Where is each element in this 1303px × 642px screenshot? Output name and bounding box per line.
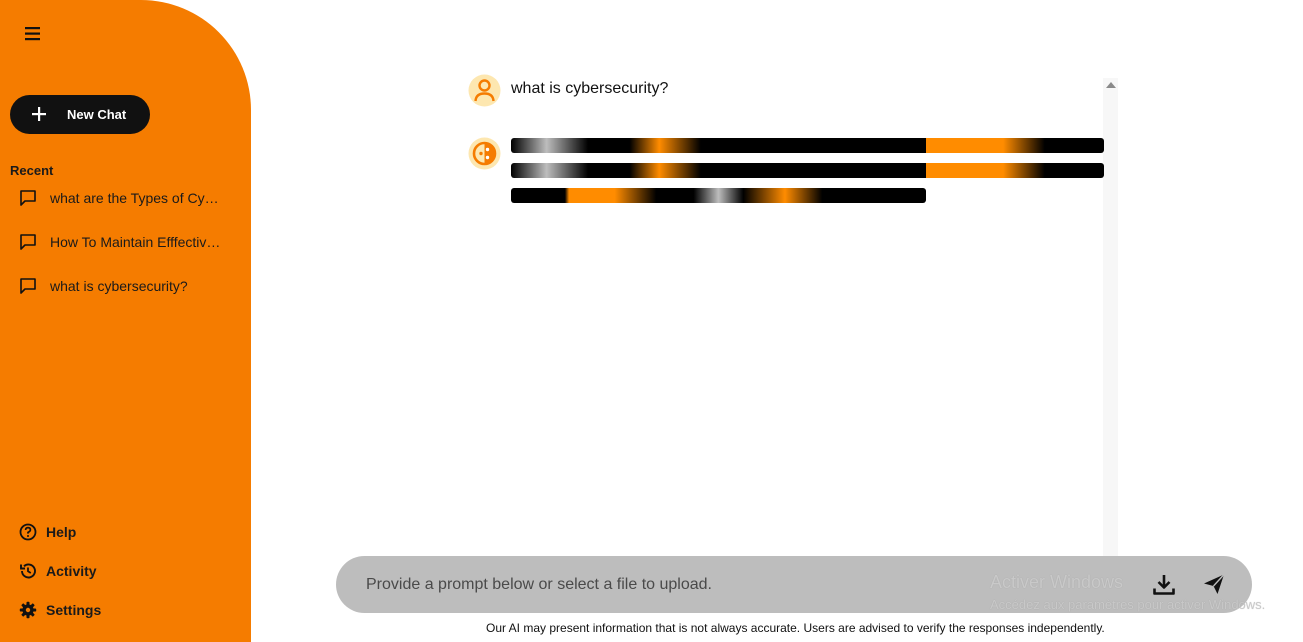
send-icon <box>1204 574 1225 594</box>
help-button[interactable]: Help <box>18 520 76 544</box>
response-loading-bar <box>511 138 1104 153</box>
download-icon <box>1153 575 1175 595</box>
user-message: what is cybersecurity? <box>511 80 669 97</box>
help-label: Help <box>46 524 77 540</box>
prompt-input[interactable] <box>364 571 964 599</box>
windows-activation-watermark-title: Activer Windows <box>990 572 1124 592</box>
new-chat-label: New Chat <box>67 107 127 122</box>
user-avatar-icon <box>468 74 501 107</box>
activity-label: Activity <box>46 563 97 579</box>
sidebar: New Chat Recent what are the Types of Cy… <box>0 0 251 642</box>
recent-chat-label: what is cybersecurity? <box>50 278 188 294</box>
response-loading-bar <box>511 163 1104 178</box>
recent-chat-item[interactable]: what is cybersecurity? <box>18 273 228 299</box>
ai-disclaimer: Our AI may present information that is n… <box>486 621 1105 635</box>
settings-button[interactable]: Settings <box>18 598 101 622</box>
chat-bubble-icon <box>20 278 36 294</box>
recent-heading: Recent <box>10 163 54 178</box>
activity-button[interactable]: Activity <box>18 559 97 583</box>
hamburger-menu-icon[interactable] <box>22 24 44 44</box>
settings-label: Settings <box>46 602 102 618</box>
recent-chat-item[interactable]: How To Maintain Efffective Cybersecurity… <box>18 229 228 255</box>
recent-chat-item[interactable]: what are the Types of Cybersecurity? <box>18 185 228 211</box>
chat-scrollbar[interactable] <box>1103 78 1118 562</box>
plus-icon <box>32 107 46 121</box>
scroll-up-arrow-icon[interactable] <box>1106 82 1116 88</box>
recent-chat-label: How To Maintain Efffective Cybersecurity… <box>50 234 222 250</box>
history-icon <box>20 563 36 579</box>
response-loading-bar <box>511 188 926 203</box>
chat-bubble-icon <box>20 234 36 250</box>
bot-avatar-icon <box>468 137 501 170</box>
send-button[interactable] <box>1201 571 1227 597</box>
windows-activation-watermark-subtitle: Accédez aux paramètres pour activer Wind… <box>990 597 1266 612</box>
chat-bubble-icon <box>20 190 36 206</box>
gear-icon <box>19 601 37 619</box>
help-circle-icon <box>19 523 37 541</box>
recent-chat-label: what are the Types of Cybersecurity? <box>50 190 222 206</box>
new-chat-button[interactable]: New Chat <box>10 95 150 134</box>
upload-file-button[interactable] <box>1151 572 1177 598</box>
